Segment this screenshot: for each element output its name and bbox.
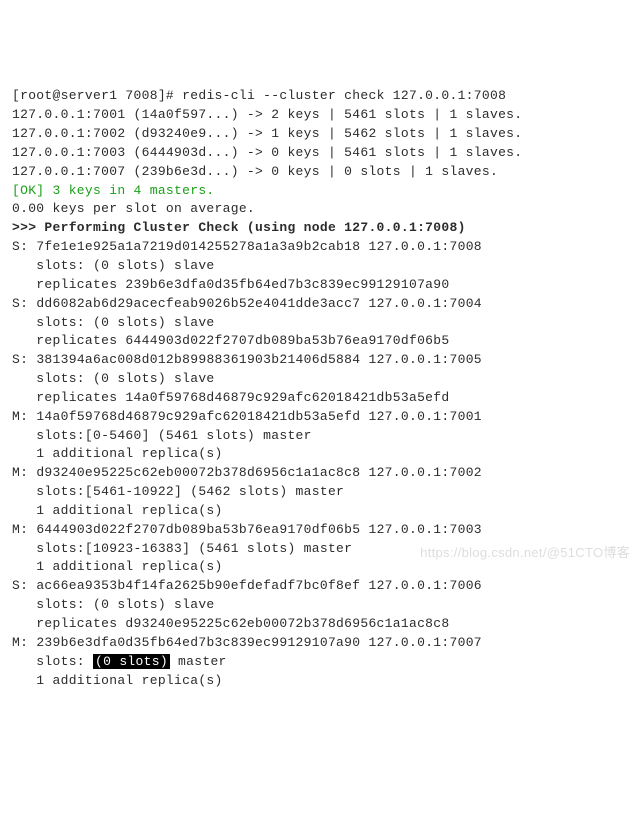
node-detail: 1 additional replica(s) — [12, 559, 223, 574]
node-line: M: d93240e95225c62eb00072b378d6956c1a1ac… — [12, 465, 482, 480]
node-line: M: 14a0f59768d46879c929afc62018421db53a5… — [12, 409, 482, 424]
node-detail: slots:[5461-10922] (5462 slots) master — [12, 484, 344, 499]
node-line: S: dd6082ab6d29acecfeab9026b52e4041dde3a… — [12, 296, 482, 311]
summary-line: 127.0.0.1:7001 (14a0f597...) -> 2 keys |… — [12, 107, 522, 122]
node-detail: replicates 6444903d022f2707db089ba53b76e… — [12, 333, 449, 348]
node-detail: slots:[0-5460] (5461 slots) master — [12, 428, 312, 443]
summary-line: 127.0.0.1:7007 (239b6e3d...) -> 0 keys |… — [12, 164, 498, 179]
node-detail: replicates 239b6e3dfa0d35fb64ed7b3c839ec… — [12, 277, 449, 292]
node-detail: replicates 14a0f59768d46879c929afc620184… — [12, 390, 449, 405]
node-line: M: 239b6e3dfa0d35fb64ed7b3c839ec99129107… — [12, 635, 482, 650]
cluster-check-header: >>> Performing Cluster Check (using node… — [12, 220, 466, 235]
node-detail: replicates d93240e95225c62eb00072b378d69… — [12, 616, 449, 631]
node-detail: slots:[10923-16383] (5461 slots) master — [12, 541, 352, 556]
shell-prompt: [root@server1 7008]# redis-cli --cluster… — [12, 88, 506, 103]
avg-line: 0.00 keys per slot on average. — [12, 201, 255, 216]
node-line: M: 6444903d022f2707db089ba53b76ea9170df0… — [12, 522, 482, 537]
node-detail: slots: (0 slots) slave — [12, 315, 215, 330]
highlight-zero-slots: (0 slots) — [93, 654, 170, 669]
node-line: S: 381394a6ac008d012b89988361903b21406d5… — [12, 352, 482, 367]
watermark: https://blog.csdn.net/@51CTO博客 — [420, 544, 630, 563]
node-detail: 1 additional replica(s) — [12, 673, 223, 688]
node-detail: slots: (0 slots) slave — [12, 597, 215, 612]
node-detail: slots: (0 slots) slave — [12, 258, 215, 273]
node-line: S: ac66ea9353b4f14fa2625b90efdefadf7bc0f… — [12, 578, 482, 593]
terminal-output: [root@server1 7008]# redis-cli --cluster… — [12, 87, 632, 690]
ok-line: [OK] 3 keys in 4 masters. — [12, 183, 215, 198]
node-detail: slots: (0 slots) master — [12, 654, 227, 669]
summary-line: 127.0.0.1:7002 (d93240e9...) -> 1 keys |… — [12, 126, 522, 141]
node-detail: slots: (0 slots) slave — [12, 371, 215, 386]
summary-line: 127.0.0.1:7003 (6444903d...) -> 0 keys |… — [12, 145, 522, 160]
node-line: S: 7fe1e1e925a1a7219d014255278a1a3a9b2ca… — [12, 239, 482, 254]
node-detail: 1 additional replica(s) — [12, 446, 223, 461]
node-detail: 1 additional replica(s) — [12, 503, 223, 518]
